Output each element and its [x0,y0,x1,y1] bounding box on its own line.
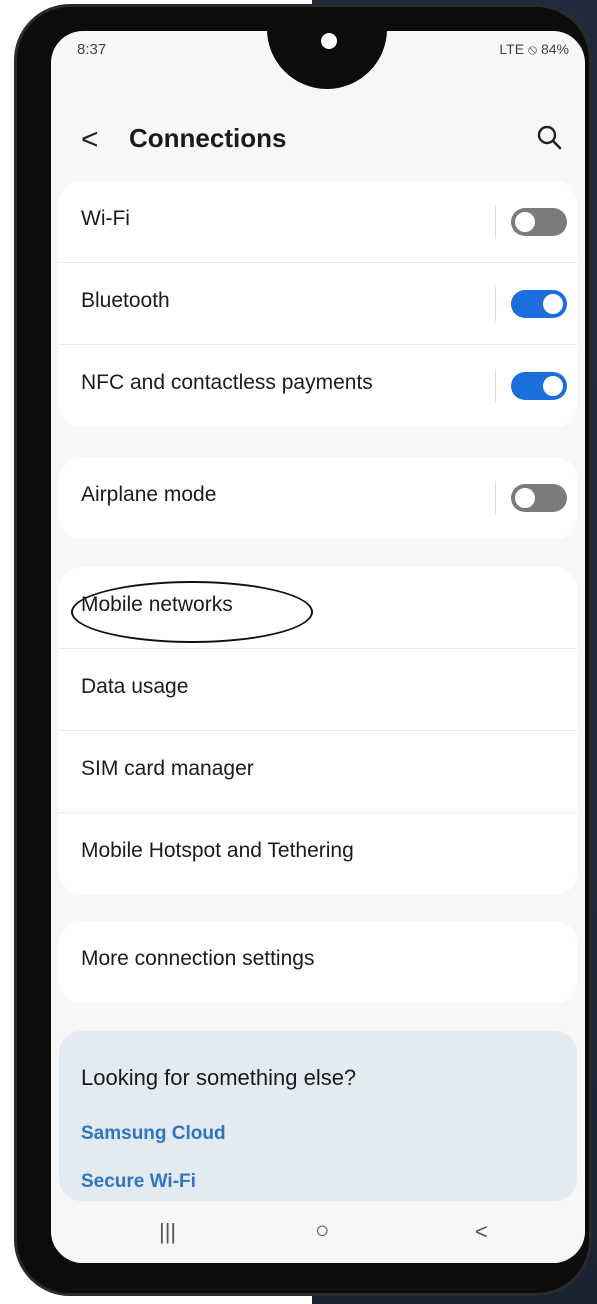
bluetooth-toggle[interactable] [511,290,567,318]
mobile-networks-label: Mobile networks [81,593,233,616]
page-title: Connections [129,123,287,153]
list-item-wifi[interactable]: Wi-Fi [59,181,577,263]
list-item-data-usage[interactable]: Data usage [59,649,577,731]
divider [495,369,496,403]
list-item-hotspot[interactable]: Mobile Hotspot and Tethering [59,813,577,895]
list-item-nfc[interactable]: NFC and contactless payments [59,345,577,427]
airplane-label: Airplane mode [81,483,217,506]
more-connection-label: More connection settings [81,947,315,970]
nav-back-button[interactable]: < [475,1219,488,1245]
divider [495,205,496,239]
hotspot-label: Mobile Hotspot and Tethering [81,839,354,862]
data-usage-label: Data usage [81,675,189,698]
list-item-mobile-networks[interactable]: Mobile networks [59,567,577,649]
divider [495,481,496,515]
recent-apps-button[interactable]: ||| [159,1219,176,1245]
navigation-bar: ||| ○ < [51,1201,585,1263]
toggle-knob [513,210,537,234]
toggle-knob [541,374,565,398]
status-indicators: LTE ⦸ 84% [499,41,569,57]
back-button[interactable]: < [81,123,99,157]
sim-manager-label: SIM card manager [81,757,254,780]
secure-wifi-link[interactable]: Secure Wi-Fi [81,1171,196,1193]
phone-frame: 8:37 LTE ⦸ 84% < Connections Wi-Fi Bluet… [14,4,592,1296]
toggles-group: Wi-Fi Bluetooth NFC and contactless paym… [59,181,577,427]
network-group: Mobile networks Data usage SIM card mana… [59,567,577,895]
toggle-knob [513,486,537,510]
airplane-group: Airplane mode [59,457,577,539]
camera-icon [317,29,341,53]
bluetooth-label: Bluetooth [81,289,170,312]
samsung-cloud-link[interactable]: Samsung Cloud [81,1123,226,1145]
list-item-more-connection[interactable]: More connection settings [59,921,577,1003]
divider [495,287,496,321]
home-button[interactable]: ○ [315,1217,330,1245]
status-time: 8:37 [77,41,107,58]
more-group: More connection settings [59,921,577,1003]
toggle-knob [541,292,565,316]
wifi-label: Wi-Fi [81,207,130,230]
list-item-bluetooth[interactable]: Bluetooth [59,263,577,345]
list-item-sim-manager[interactable]: SIM card manager [59,731,577,813]
list-item-airplane[interactable]: Airplane mode [59,457,577,539]
nfc-label: NFC and contactless payments [81,371,373,394]
airplane-toggle[interactable] [511,484,567,512]
phone-screen: 8:37 LTE ⦸ 84% < Connections Wi-Fi Bluet… [51,31,585,1263]
app-header: < Connections [51,111,585,167]
search-icon[interactable] [535,123,563,151]
wifi-toggle[interactable] [511,208,567,236]
nfc-toggle[interactable] [511,372,567,400]
help-question: Looking for something else? [81,1065,357,1090]
help-card: Looking for something else? Samsung Clou… [59,1031,577,1201]
